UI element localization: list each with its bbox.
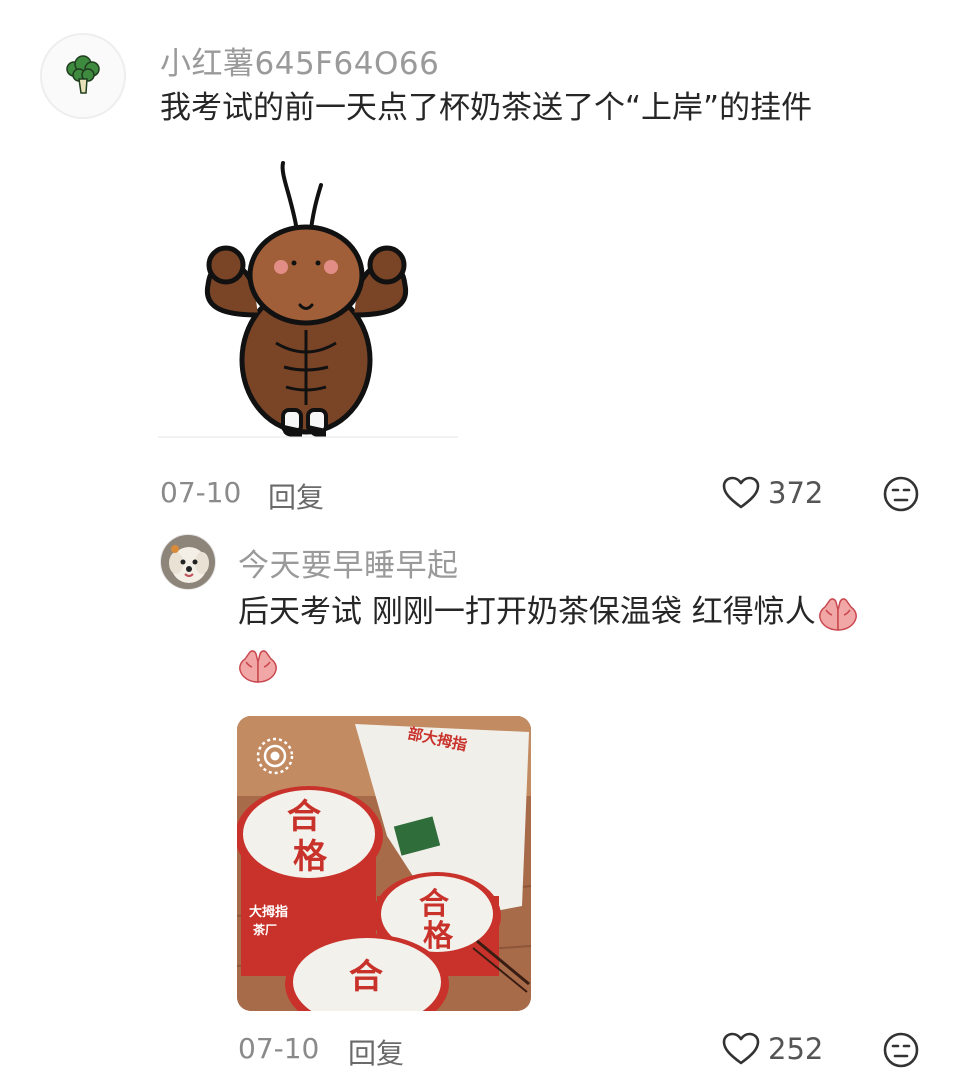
reply-button[interactable]: 回复: [268, 476, 324, 516]
cup-char: 合: [419, 887, 449, 922]
sleeve-text-2: 茶厂: [252, 922, 277, 937]
like-count: 372: [768, 476, 824, 510]
pray-hands-emoji: [239, 650, 277, 683]
comment-text: 后天考试 刚刚一打开奶茶保温袋 红得惊人: [238, 592, 860, 632]
comment-photo[interactable]: 部大拇指 大拇指 茶厂 合 格 合 格 合: [237, 716, 531, 1011]
cup-char: 格: [423, 919, 454, 954]
broccoli-avatar-icon: [66, 55, 100, 94]
meh-face-icon: [883, 1032, 919, 1068]
cup-char: 合: [287, 797, 321, 837]
pray-hands-emoji: [818, 597, 857, 631]
avatar-dog[interactable]: [160, 534, 216, 590]
avatar-broccoli[interactable]: [40, 33, 126, 119]
sleeve-text-1: 大拇指: [249, 904, 288, 920]
heart-icon: [722, 476, 760, 509]
heart-icon: [722, 1032, 760, 1065]
comment-date: 07-10: [160, 476, 242, 509]
dislike-button[interactable]: [882, 475, 920, 517]
meh-face-icon: [883, 476, 919, 512]
muscle-bug-sticker-art: [158, 161, 458, 438]
username[interactable]: 今天要早睡早起: [238, 540, 459, 585]
cup-char: 格: [293, 837, 328, 877]
dog-avatar-icon: [161, 535, 215, 589]
live-photo-icon: [256, 737, 294, 775]
cup-char: 合: [349, 957, 383, 997]
like-button[interactable]: 372: [722, 476, 823, 510]
comment-text-line2: [236, 648, 280, 684]
comment-text: 我考试的前一天点了杯奶茶送了个“上岸”的挂件: [160, 90, 813, 126]
dislike-button[interactable]: [882, 1031, 920, 1073]
comment-date: 07-10: [238, 1032, 320, 1065]
muscle-bug-sticker[interactable]: [158, 155, 458, 443]
like-button[interactable]: 252: [722, 1032, 823, 1066]
username[interactable]: 小红薯645F64O66: [160, 38, 439, 83]
live-photo-button[interactable]: [255, 736, 295, 780]
reply-button[interactable]: 回复: [348, 1032, 404, 1072]
comment-text-line1: 后天考试 刚刚一打开奶茶保温袋 红得惊人: [238, 594, 816, 630]
like-count: 252: [768, 1032, 824, 1066]
